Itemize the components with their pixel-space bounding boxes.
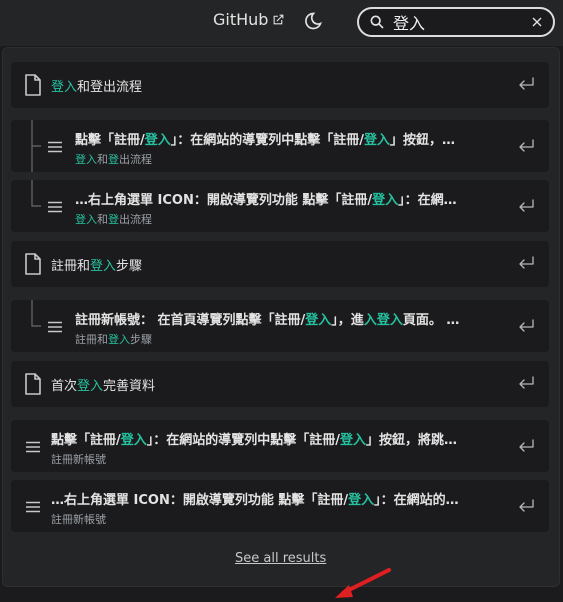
text-fragment: 出流程	[119, 213, 152, 226]
hit-title: 註冊新帳號： 在首頁導覽列點擊「註冊/登入」，進入登入頁面。 …	[75, 309, 459, 328]
search-hit-section[interactable]: 點擊「註冊/登入」：在網站的導覽列中點擊「註冊/登入」按鈕，將跳… 註冊新帳號	[11, 420, 549, 472]
hit-title: …右上角選單 ICON：開啟導覽列功能 點擊「註冊/登入」：在網…	[75, 189, 457, 208]
external-link-icon	[274, 14, 284, 25]
highlight-text: 入登入	[363, 313, 403, 328]
text-fragment: 註冊和	[51, 259, 91, 274]
search-hit-section[interactable]: …右上角選單 ICON：開啟導覽列功能 點擊「註冊/登入」：在網站的… 註冊新帳號	[11, 480, 549, 532]
text-fragment: 」：在網站的導覽列中點擊「註冊/	[146, 433, 341, 448]
highlight-text: 登入	[108, 333, 130, 346]
section-icon	[26, 501, 40, 513]
search-hit-page[interactable]: 註冊和登入步驟	[11, 241, 549, 287]
tree-line-icon	[31, 300, 41, 327]
search-hit-page[interactable]: 登入和登出流程	[11, 62, 549, 108]
highlight-text: 登入	[75, 153, 97, 166]
hit-title: 點擊「註冊/登入」：在網站的導覽列中點擊「註冊/登入」按鈕，將跳…	[51, 429, 457, 448]
search-input[interactable]	[393, 12, 523, 32]
search-hit-section[interactable]: 註冊新帳號： 在首頁導覽列點擊「註冊/登入」，進入登入頁面。 … 註冊和登入步驟	[11, 300, 549, 352]
hit-title: …右上角選單 ICON：開啟導覽列功能 點擊「註冊/登入」：在網站的…	[51, 489, 459, 508]
text-fragment: 」：在網站的…	[374, 493, 459, 508]
github-link[interactable]: GitHub	[213, 10, 285, 29]
section-icon	[48, 141, 62, 153]
enter-icon	[519, 77, 534, 90]
highlight-text: 登入	[364, 133, 391, 148]
text-fragment: 首次	[51, 379, 78, 394]
moon-icon[interactable]	[303, 11, 323, 31]
highlight-text: 登入	[77, 379, 104, 394]
enter-icon	[519, 439, 534, 452]
text-fragment: 」：在網站的導覽列中點擊「註冊/	[170, 133, 365, 148]
highlight-text: 登入	[90, 259, 117, 274]
text-fragment: 註冊新帳號： 在首頁導覽列點擊「註冊/	[75, 313, 306, 328]
document-icon	[25, 74, 41, 96]
hit-path: 登入和登出流程	[75, 211, 152, 227]
search-box[interactable]	[357, 7, 555, 37]
hit-title: 註冊和登入步驟	[51, 255, 142, 274]
text-fragment: 出流程	[119, 153, 152, 166]
section-icon	[48, 321, 62, 333]
highlight-text: 登入	[144, 133, 171, 148]
search-hit-page[interactable]: 首次登入完善資料	[11, 361, 549, 407]
highlight-text: 登入	[51, 80, 78, 95]
text-fragment: …右上角選單 ICON：開啟導覽列功能 點擊「註冊/	[51, 493, 349, 508]
text-fragment: 和	[97, 213, 108, 226]
highlight-text: 登入	[340, 433, 367, 448]
highlight-text: 登入	[305, 313, 332, 328]
tree-line-icon	[31, 180, 41, 207]
highlight-text: 登入	[348, 493, 375, 508]
text-fragment: 和	[97, 153, 108, 166]
text-fragment: 」按鈕，將跳…	[366, 433, 458, 448]
text-fragment: …右上角選單 ICON：開啟導覽列功能 點擊「註冊/	[75, 193, 373, 208]
text-fragment: 步驟	[130, 333, 152, 346]
enter-icon	[519, 256, 534, 269]
search-icon	[370, 15, 384, 29]
text-fragment: 註冊和	[75, 333, 108, 346]
document-icon	[25, 253, 41, 275]
navbar: GitHub	[0, 0, 563, 46]
text-fragment: 點擊「註冊/	[51, 433, 121, 448]
section-icon	[48, 201, 62, 213]
text-fragment: 」：在網…	[398, 193, 457, 208]
hit-title: 點擊「註冊/登入」：在網站的導覽列中點擊「註冊/登入」按鈕，…	[75, 129, 455, 148]
search-hit-section[interactable]: …右上角選單 ICON：開啟導覽列功能 點擊「註冊/登入」：在網… 登入和登出流程	[11, 180, 549, 232]
highlight-text: 登	[108, 213, 119, 226]
tree-line-icon	[31, 120, 41, 172]
text-fragment: 和登出流程	[77, 80, 143, 95]
text-fragment: 註冊新帳號	[51, 453, 106, 466]
hit-path: 登入和登出流程	[75, 151, 152, 167]
text-fragment: 完善資料	[103, 379, 156, 394]
enter-icon	[519, 139, 534, 152]
hit-title: 登入和登出流程	[51, 76, 142, 95]
clear-icon[interactable]	[529, 14, 545, 30]
section-icon	[26, 441, 40, 453]
search-results-modal: 登入和登出流程 點擊「註冊/登入」：在網站的導覽列中點擊「註冊/登入」按鈕，… 登入…	[2, 47, 560, 598]
highlight-text: 登入	[120, 433, 147, 448]
annotation-arrow	[335, 568, 391, 598]
highlight-text: 登入	[372, 193, 399, 208]
text-fragment: 」按鈕，…	[390, 133, 456, 148]
enter-icon	[519, 199, 534, 212]
hit-path: 註冊新帳號	[51, 451, 106, 467]
enter-icon	[519, 376, 534, 389]
enter-icon	[519, 499, 534, 512]
github-label: GitHub	[213, 10, 269, 29]
search-hit-section[interactable]: 點擊「註冊/登入」：在網站的導覽列中點擊「註冊/登入」按鈕，… 登入和登出流程	[11, 120, 549, 172]
enter-icon	[519, 319, 534, 332]
text-fragment: 頁面。 …	[402, 313, 460, 328]
text-fragment: 點擊「註冊/	[75, 133, 145, 148]
hit-path: 註冊新帳號	[51, 511, 106, 527]
hit-path: 註冊和登入步驟	[75, 331, 152, 347]
see-all-results-link[interactable]: See all results	[235, 551, 326, 566]
text-fragment: 註冊新帳號	[51, 513, 106, 526]
document-icon	[25, 373, 41, 395]
text-fragment: 」，進	[331, 313, 364, 328]
highlight-text: 登	[108, 153, 119, 166]
highlight-text: 登入	[75, 213, 97, 226]
hit-title: 首次登入完善資料	[51, 375, 155, 394]
text-fragment: 步驟	[116, 259, 143, 274]
